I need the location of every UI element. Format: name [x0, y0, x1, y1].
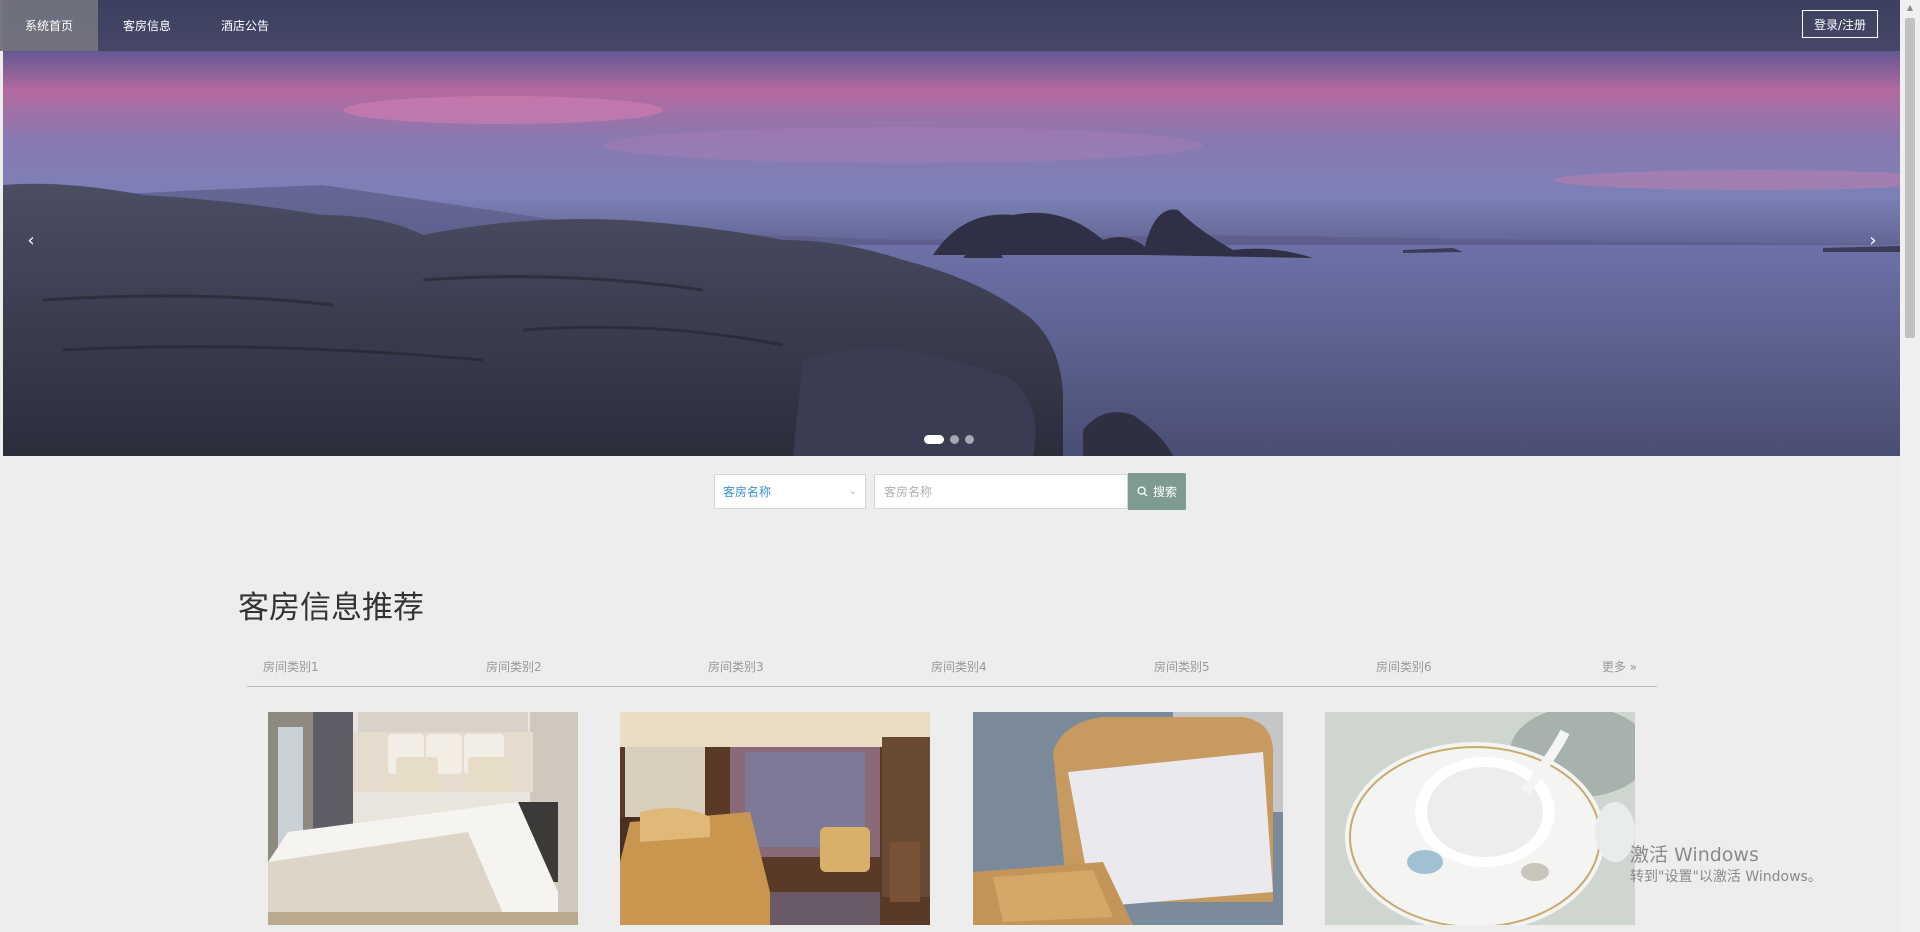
search-button[interactable]: 搜索 [1128, 473, 1186, 510]
carousel-prev-button[interactable]: ‹ [21, 230, 41, 251]
top-navigation: 系统首页 客房信息 酒店公告 登录/注册 [0, 0, 1900, 51]
porcelain-tableware-photo [1325, 712, 1635, 925]
carousel-dot-3[interactable] [965, 435, 974, 444]
banner-image [3, 96, 1900, 456]
wooden-bed-mattress-photo [973, 712, 1283, 925]
room-card-4[interactable] [1325, 712, 1635, 925]
search-icon [1137, 486, 1148, 497]
hotel-suite-photo [620, 712, 930, 925]
nav-item-rooms[interactable]: 客房信息 [98, 0, 196, 51]
chevron-down-icon: ⌄ [848, 486, 857, 497]
room-card-3[interactable] [973, 712, 1283, 925]
tab-category-4[interactable]: 房间类别4 [931, 658, 987, 675]
watermark-line-2: 转到"设置"以激活 Windows。 [1630, 868, 1822, 885]
carousel-dot-2[interactable] [950, 435, 959, 444]
tab-category-1[interactable]: 房间类别1 [263, 658, 319, 675]
page-scrollbar[interactable]: ▲ [1900, 0, 1920, 932]
banner-carousel[interactable]: ‹ › [3, 0, 1900, 456]
windows-activation-watermark: 激活 Windows 转到"设置"以激活 Windows。 [1630, 843, 1822, 886]
carousel-next-button[interactable]: › [1863, 230, 1883, 251]
more-label: 更多 [1601, 660, 1626, 674]
scroll-thumb[interactable] [1905, 18, 1915, 338]
white-bedroom-photo [268, 712, 578, 925]
section-title: 客房信息推荐 [238, 590, 424, 626]
room-card-1[interactable] [268, 712, 578, 925]
carousel-indicators [924, 435, 974, 444]
nav-item-notices[interactable]: 酒店公告 [196, 0, 294, 51]
scroll-up-icon[interactable]: ▲ [1900, 0, 1920, 16]
search-button-label: 搜索 [1152, 485, 1177, 499]
double-chevron-right-icon: » [1629, 660, 1637, 674]
nav-item-home[interactable]: 系统首页 [0, 0, 99, 51]
tab-category-3[interactable]: 房间类别3 [708, 658, 764, 675]
tab-category-6[interactable]: 房间类别6 [1376, 658, 1432, 675]
search-input[interactable] [874, 474, 1128, 509]
room-card-2[interactable] [620, 712, 930, 925]
watermark-line-1: 激活 Windows [1630, 844, 1759, 866]
search-bar: 客房名称 ⌄ 搜索 [714, 473, 1186, 510]
login-register-button[interactable]: 登录/注册 [1801, 10, 1878, 38]
tab-category-5[interactable]: 房间类别5 [1154, 658, 1210, 675]
tab-category-2[interactable]: 房间类别2 [486, 658, 542, 675]
carousel-dot-1[interactable] [924, 435, 944, 444]
category-tabs: 房间类别1 房间类别2 房间类别3 房间类别4 房间类别5 房间类别6 更多 » [247, 648, 1657, 687]
search-field-select[interactable]: 客房名称 ⌄ [714, 474, 866, 509]
search-field-value: 客房名称 [723, 485, 772, 499]
more-link[interactable]: 更多 » [1602, 658, 1637, 675]
